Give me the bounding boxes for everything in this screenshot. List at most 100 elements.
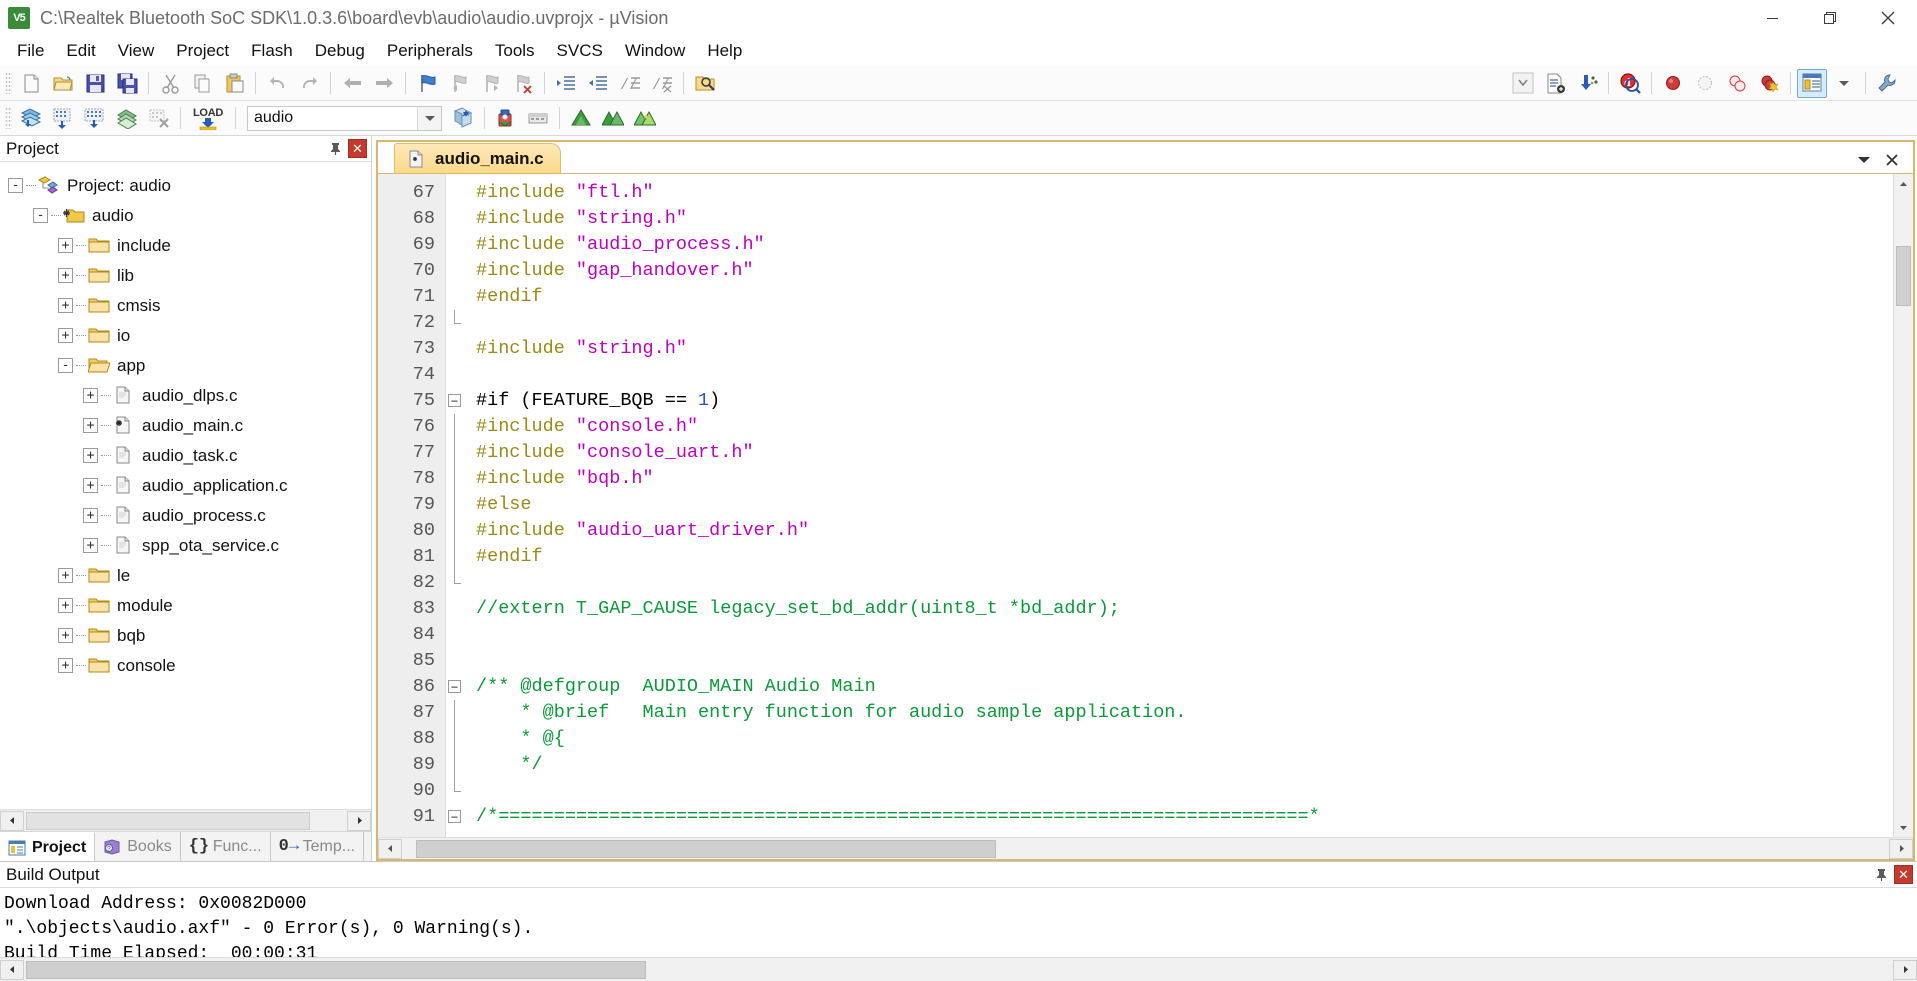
tree-item-app[interactable]: - app: [8, 350, 371, 380]
target-options-icon[interactable]: [448, 104, 478, 133]
tree-item-audio-process-c[interactable]: + audio_process.c: [8, 500, 371, 530]
fold-toggle-icon[interactable]: −: [446, 674, 466, 700]
scroll-left-icon[interactable]: [0, 810, 24, 831]
tree-item-audio[interactable]: - audio: [8, 200, 371, 230]
manage-rte-icon[interactable]: [566, 104, 596, 133]
menu-view[interactable]: View: [107, 37, 166, 65]
tree-item-console[interactable]: + console: [8, 650, 371, 680]
expand-toggle-icon[interactable]: +: [58, 657, 73, 673]
scroll-track[interactable]: [1894, 194, 1913, 817]
collapse-toggle-icon[interactable]: -: [8, 177, 23, 193]
scroll-track[interactable]: [402, 839, 1889, 859]
toolbar-grip[interactable]: [5, 72, 12, 94]
fold-column[interactable]: − − −: [446, 174, 466, 837]
bookmark-clear-icon[interactable]: [508, 69, 538, 98]
menu-debug[interactable]: Debug: [304, 37, 376, 65]
pack-installer-icon[interactable]: [523, 104, 553, 133]
scroll-track[interactable]: [24, 958, 1893, 981]
scroll-thumb[interactable]: [1896, 246, 1911, 306]
expand-toggle-icon[interactable]: +: [83, 537, 98, 553]
window-layout-icon[interactable]: [1797, 68, 1827, 98]
navigate-back-icon[interactable]: [337, 69, 367, 98]
code-line[interactable]: #else: [466, 492, 1893, 518]
expand-toggle-icon[interactable]: +: [83, 417, 98, 433]
batch-build-icon[interactable]: [112, 104, 142, 133]
paste-icon[interactable]: [219, 69, 249, 98]
svcs-icon[interactable]: [630, 104, 660, 133]
expand-toggle-icon[interactable]: +: [58, 597, 73, 613]
code-line[interactable]: [466, 648, 1893, 674]
code-line[interactable]: #include "string.h": [466, 206, 1893, 232]
bookmark-toggle-icon[interactable]: [412, 69, 442, 98]
tree-item-bqb[interactable]: + bqb: [8, 620, 371, 650]
manage-targets-icon[interactable]: [491, 104, 521, 133]
build-output-scrollbar[interactable]: [0, 957, 1917, 981]
collapse-toggle-icon[interactable]: -: [33, 207, 48, 223]
copy-icon[interactable]: [187, 69, 217, 98]
code-line[interactable]: #include "audio_uart_driver.h": [466, 518, 1893, 544]
breakpoint-insert-icon[interactable]: [1658, 69, 1688, 98]
menu-peripherals[interactable]: Peripherals: [376, 37, 484, 65]
menu-file[interactable]: File: [6, 37, 55, 65]
code-line[interactable]: #include "string.h": [466, 336, 1893, 362]
code-line[interactable]: /** @defgroup AUDIO_MAIN Audio Main: [466, 674, 1893, 700]
navigate-forward-icon[interactable]: [369, 69, 399, 98]
code-line[interactable]: #include "console_uart.h": [466, 440, 1893, 466]
menu-help[interactable]: Help: [696, 37, 753, 65]
expand-toggle-icon[interactable]: +: [58, 297, 73, 313]
minimize-button[interactable]: [1743, 0, 1801, 36]
tree-item-lib[interactable]: + lib: [8, 260, 371, 290]
stop-build-icon[interactable]: [144, 104, 174, 133]
tree-item-include[interactable]: + include: [8, 230, 371, 260]
save-icon[interactable]: [80, 69, 110, 98]
code-text[interactable]: #include "ftl.h" #include "string.h" #incl…: [466, 174, 1893, 837]
save-all-icon[interactable]: [112, 69, 142, 98]
menu-edit[interactable]: Edit: [55, 37, 106, 65]
project-horizontal-scrollbar[interactable]: [0, 809, 371, 831]
scroll-right-icon[interactable]: [1889, 838, 1913, 859]
scroll-thumb[interactable]: [416, 839, 996, 858]
toolbar-grip[interactable]: [5, 107, 12, 129]
code-line[interactable]: #include "bqb.h": [466, 466, 1893, 492]
editor-tab-audio-main-c[interactable]: audio_main.c: [394, 143, 561, 173]
fold-toggle-icon[interactable]: −: [446, 388, 466, 414]
code-line[interactable]: #include "audio_process.h": [466, 232, 1893, 258]
expand-toggle-icon[interactable]: +: [83, 477, 98, 493]
menu-flash[interactable]: Flash: [240, 37, 304, 65]
tab-functions[interactable]: {} Func...: [180, 832, 271, 861]
chevron-down-icon[interactable]: [417, 106, 441, 130]
tree-item-audio-main-c[interactable]: + audio_main.c: [8, 410, 371, 440]
bookmark-next-icon[interactable]: [476, 69, 506, 98]
chevron-down-icon[interactable]: [1855, 151, 1873, 169]
tree-item-cmsis[interactable]: + cmsis: [8, 290, 371, 320]
build-icon[interactable]: [48, 104, 78, 133]
code-line[interactable]: */: [466, 752, 1893, 778]
start-debug-icon[interactable]: d: [1615, 69, 1645, 98]
expand-toggle-icon[interactable]: +: [58, 327, 73, 343]
code-line[interactable]: #include "console.h": [466, 414, 1893, 440]
translate-icon[interactable]: [16, 104, 46, 133]
expand-toggle-icon[interactable]: +: [58, 627, 73, 643]
find-in-files-icon[interactable]: [690, 69, 720, 98]
pin-icon[interactable]: [1872, 866, 1890, 884]
download-icon[interactable]: LOAD: [187, 104, 229, 133]
tree-item-audio-dlps-c[interactable]: + audio_dlps.c: [8, 380, 371, 410]
expand-toggle-icon[interactable]: +: [58, 567, 73, 583]
code-line[interactable]: #include "gap_handover.h": [466, 258, 1893, 284]
indent-icon[interactable]: [551, 69, 581, 98]
close-icon[interactable]: [1883, 151, 1901, 169]
tree-item-project-audio[interactable]: - Project: audio: [8, 170, 371, 200]
scroll-right-icon[interactable]: [347, 810, 371, 831]
expand-toggle-icon[interactable]: +: [83, 507, 98, 523]
breakpoint-kill-all-icon[interactable]: [1754, 69, 1784, 98]
open-file-icon[interactable]: [48, 69, 78, 98]
fold-toggle-icon[interactable]: −: [446, 804, 466, 830]
tree-item-io[interactable]: + io: [8, 320, 371, 350]
code-line[interactable]: #endif: [466, 284, 1893, 310]
code-line[interactable]: [466, 570, 1893, 596]
wrench-options-icon[interactable]: [1872, 69, 1902, 98]
tree-item-audio-task-c[interactable]: + audio_task.c: [8, 440, 371, 470]
close-button[interactable]: [1859, 0, 1917, 36]
scroll-right-icon[interactable]: [1893, 959, 1917, 980]
new-file-icon[interactable]: [16, 69, 46, 98]
